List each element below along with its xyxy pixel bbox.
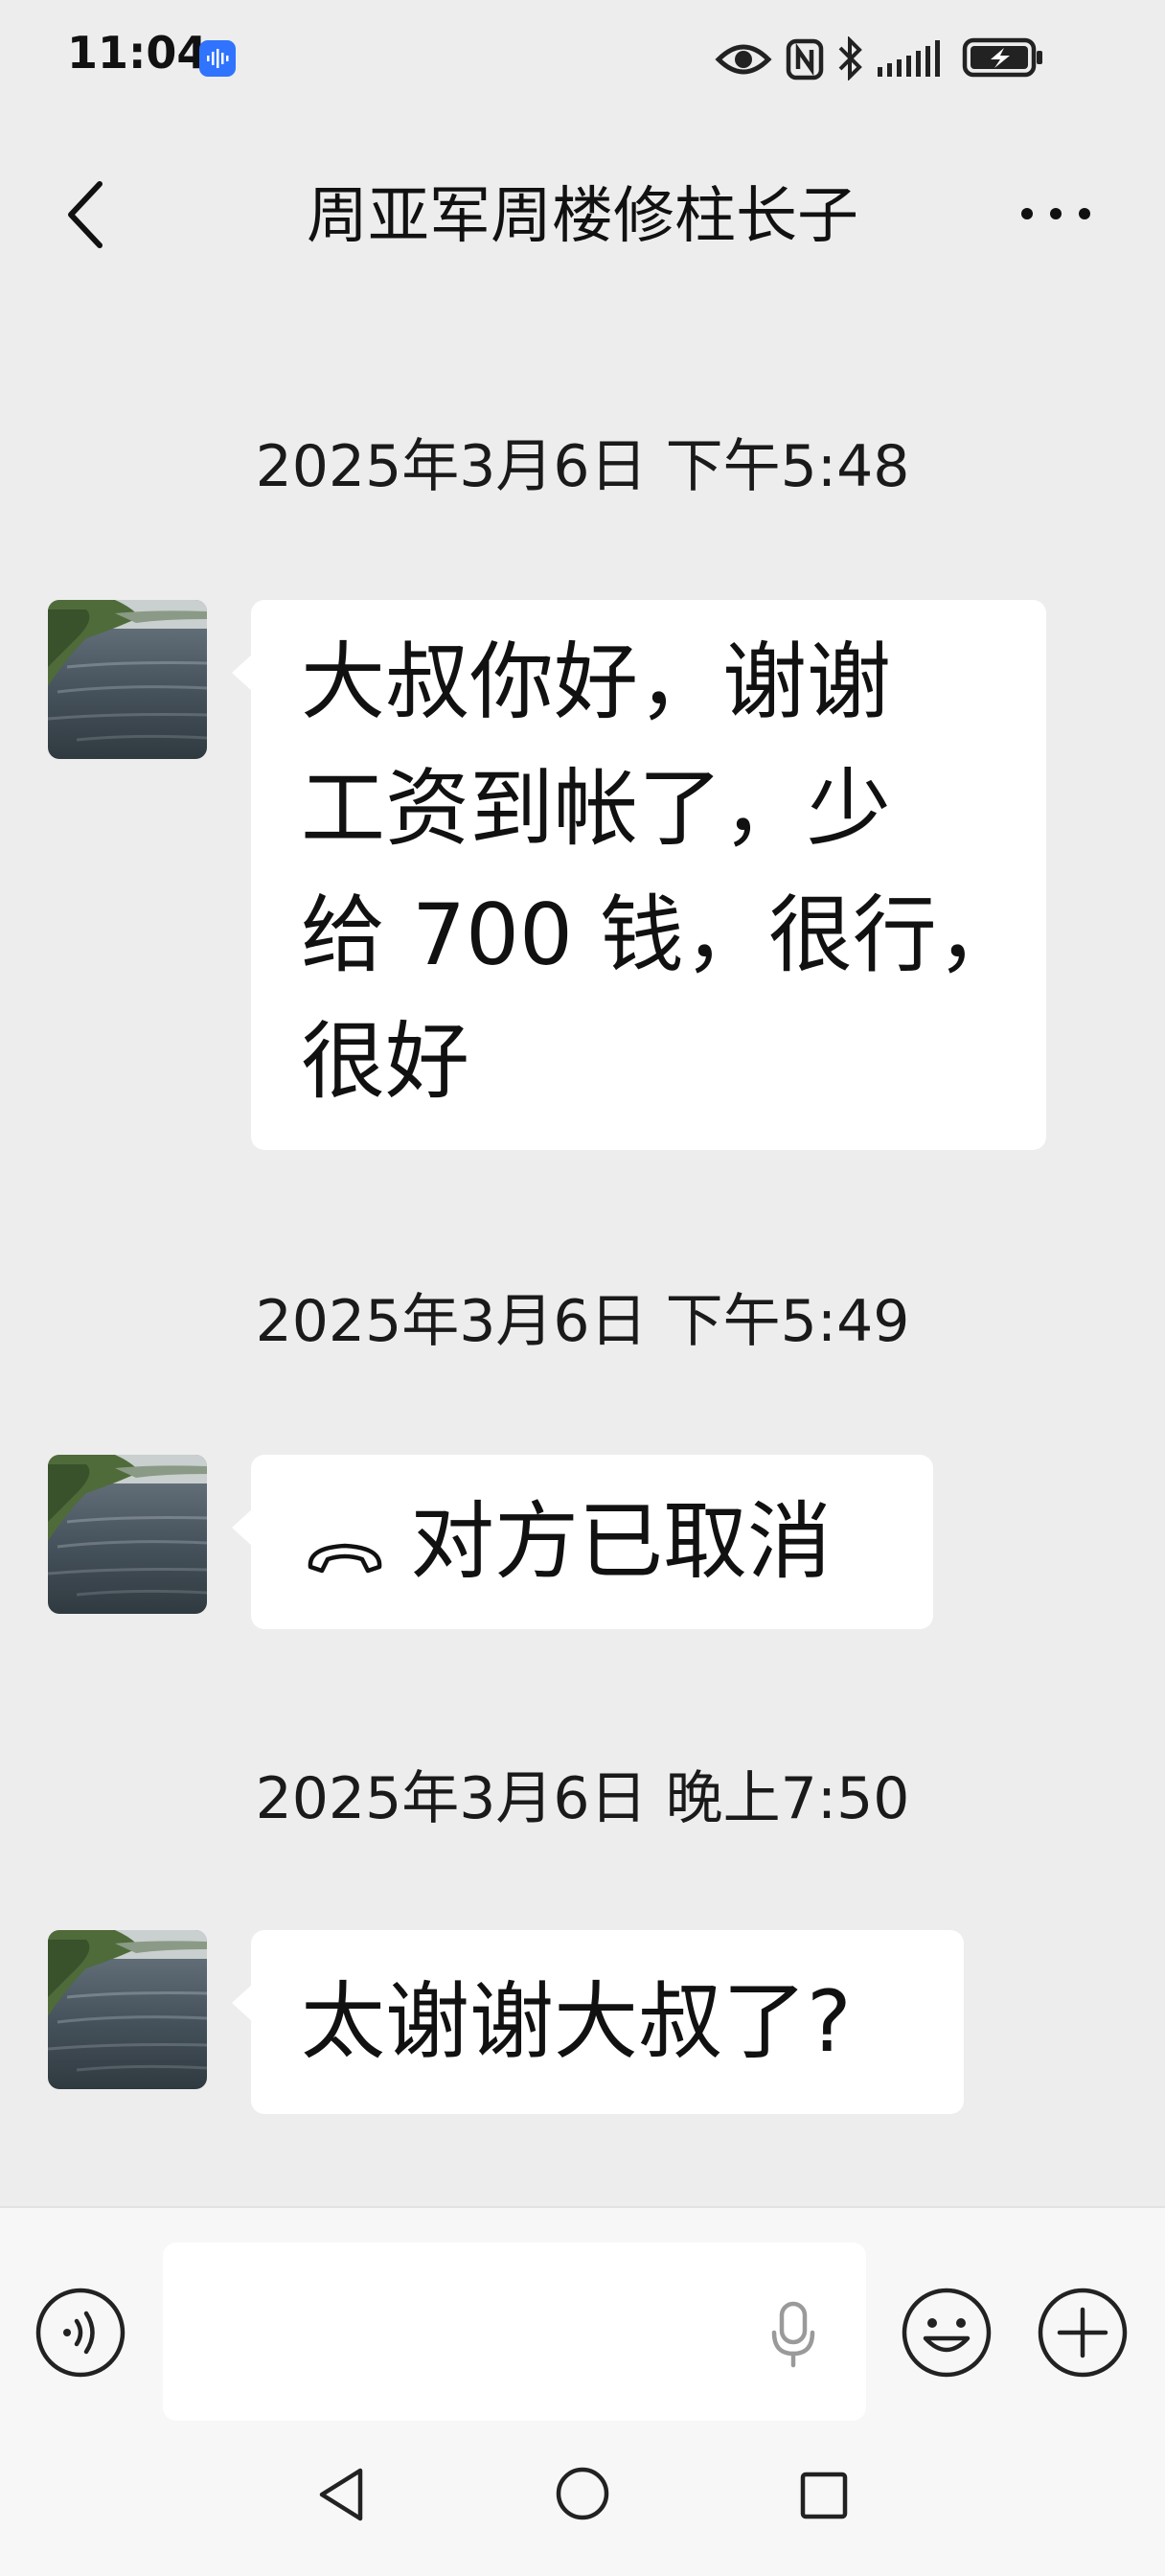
message-text-line: 工资到帐了，少 bbox=[301, 759, 892, 858]
message-timestamp: 2025年3月6日 晚上7:50 bbox=[255, 1765, 910, 1832]
avatar[interactable] bbox=[48, 600, 207, 759]
emoji-button[interactable] bbox=[901, 2287, 993, 2382]
microphone-button[interactable] bbox=[766, 2300, 820, 2373]
message-timestamp: 2025年3月6日 下午5:49 bbox=[255, 1288, 910, 1355]
nav-home-icon bbox=[556, 2467, 609, 2520]
avatar[interactable] bbox=[48, 1930, 207, 2089]
audio-app-icon bbox=[199, 40, 236, 77]
plus-icon bbox=[1038, 2288, 1128, 2378]
voice-mode-icon bbox=[35, 2288, 126, 2378]
more-dots-icon bbox=[1021, 208, 1033, 219]
voice-mode-button[interactable] bbox=[34, 2287, 126, 2382]
call-bubble[interactable]: 对方已取消 bbox=[232, 1455, 933, 1629]
nav-recent-icon bbox=[800, 2472, 848, 2519]
chat-title: 周亚军周楼修柱长子 bbox=[307, 181, 858, 252]
emoji-icon bbox=[902, 2288, 992, 2378]
chat-header: 周亚军周楼修柱长子 bbox=[0, 117, 1165, 309]
input-bar bbox=[0, 2206, 1165, 2438]
bluetooth-icon bbox=[838, 36, 862, 80]
microphone-icon bbox=[771, 2301, 815, 2368]
message-bubble[interactable]: 大叔你好，谢谢 工资到帐了，少 给 700 钱，很行， 很好 bbox=[232, 600, 1046, 1150]
message-input[interactable] bbox=[163, 2242, 866, 2421]
message-timestamp: 2025年3月6日 下午5:48 bbox=[255, 433, 910, 500]
nav-home-button[interactable] bbox=[554, 2465, 611, 2526]
status-time: 11:04 bbox=[67, 27, 208, 79]
status-bar: 11:04 bbox=[0, 0, 1165, 117]
nfc-icon bbox=[786, 38, 824, 80]
more-button[interactable] bbox=[1021, 205, 1108, 228]
more-actions-button[interactable] bbox=[1037, 2287, 1129, 2382]
eye-icon bbox=[715, 44, 772, 75]
message-text-line: 太谢谢大叔了? bbox=[301, 1972, 852, 2071]
message-text-line: 很好 bbox=[301, 1012, 470, 1111]
battery-charging-icon bbox=[962, 37, 1042, 78]
avatar[interactable] bbox=[48, 1455, 207, 1614]
message-text-line: 大叔你好，谢谢 bbox=[301, 632, 892, 731]
status-icons bbox=[715, 34, 1098, 82]
chevron-left-icon bbox=[68, 181, 103, 248]
nav-recent-button[interactable] bbox=[799, 2471, 849, 2524]
signal-icon bbox=[878, 40, 940, 77]
nav-back-button[interactable] bbox=[314, 2465, 368, 2528]
call-status-text: 对方已取消 bbox=[410, 1492, 833, 1591]
message-text-line: 给 700 钱，很行， bbox=[301, 886, 1021, 984]
message-bubble[interactable]: 太谢谢大叔了? bbox=[232, 1930, 964, 2114]
nav-back-icon bbox=[319, 2468, 363, 2521]
back-button[interactable] bbox=[57, 176, 115, 253]
system-nav-bar bbox=[0, 2438, 1165, 2576]
hang-up-phone-icon bbox=[305, 1484, 385, 1611]
